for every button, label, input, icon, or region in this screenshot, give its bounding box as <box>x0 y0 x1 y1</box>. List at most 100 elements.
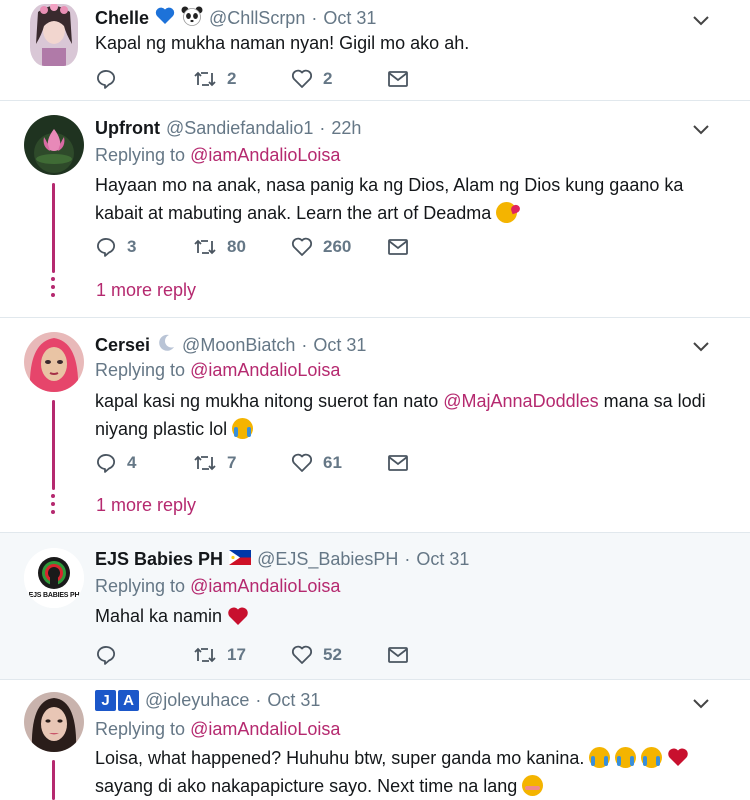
envelope-icon <box>388 647 408 663</box>
timestamp[interactable]: 22h <box>331 118 361 139</box>
thread-connector <box>52 760 55 800</box>
reply-button[interactable] <box>97 645 193 665</box>
user-handle[interactable]: @joleyuhace <box>145 690 249 711</box>
timestamp[interactable]: Oct 31 <box>323 8 376 29</box>
retweet-button[interactable]: 2 <box>193 69 291 89</box>
tweet-chelle[interactable]: Chelle @ChllScrpn · Oct 31 Kapal ng mukh… <box>0 0 750 101</box>
tweet-text-line-2-body: sayang di ako nakapapicture sayo. Next t… <box>95 776 518 796</box>
tweet-text: Mahal ka namin <box>95 602 715 631</box>
reply-button[interactable]: 4 <box>97 453 193 473</box>
thread-collapsed-dots <box>50 494 57 518</box>
tears-of-joy-emoji <box>232 418 254 439</box>
replying-label: Replying to <box>95 360 186 380</box>
reply-icon <box>97 70 115 89</box>
philippines-flag-icon <box>229 549 252 570</box>
retweet-button[interactable]: 80 <box>193 237 291 257</box>
retweet-icon <box>194 239 216 255</box>
chevron-down-icon[interactable] <box>692 338 710 356</box>
replying-mention-link[interactable]: @iamAndalioLoisa <box>190 719 340 739</box>
replying-label: Replying to <box>95 576 186 596</box>
separator-dot: · <box>301 335 308 355</box>
user-handle[interactable]: @MoonBiatch <box>182 335 295 356</box>
display-name[interactable]: Upfront <box>95 118 160 139</box>
separator-dot: · <box>319 118 326 138</box>
timestamp[interactable]: Oct 31 <box>416 549 469 570</box>
user-handle[interactable]: @EJS_BabiesPH <box>257 549 398 570</box>
avatar[interactable] <box>24 115 84 175</box>
reply-button[interactable]: 3 <box>97 237 193 257</box>
replying-mention-link[interactable]: @iamAndalioLoisa <box>190 360 340 380</box>
show-more-replies-link[interactable]: 1 more reply <box>96 280 196 301</box>
separator-dot: · <box>311 8 318 28</box>
tweet-text-body: Mahal ka namin <box>95 606 223 626</box>
retweet-count: 2 <box>227 69 237 88</box>
direct-message-button[interactable] <box>387 70 409 88</box>
tweet-header: Cersei @MoonBiatch · Oct 31 <box>95 333 366 358</box>
reply-button[interactable] <box>97 69 193 89</box>
retweet-icon <box>194 647 216 663</box>
avatar[interactable] <box>24 692 84 752</box>
retweet-count: 17 <box>227 645 246 664</box>
user-handle[interactable]: @Sandiefandalio1 <box>166 118 313 139</box>
like-count: 52 <box>323 645 342 664</box>
tweet-text-line-1-body: Loisa, what happened? Huhuhu btw, super … <box>95 748 585 768</box>
like-button[interactable]: 52 <box>291 645 387 665</box>
replying-to: Replying to @iamAndalioLoisa <box>95 360 340 381</box>
tweet-upfront[interactable]: Upfront @Sandiefandalio1 · 22h Replying … <box>0 101 750 318</box>
crescent-moon-icon <box>156 333 176 358</box>
display-name[interactable]: Chelle <box>95 8 149 29</box>
crying-emoji <box>641 747 663 768</box>
retweet-button[interactable]: 17 <box>193 645 291 665</box>
timestamp[interactable]: Oct 31 <box>313 335 366 356</box>
user-handle[interactable]: @ChllScrpn <box>209 8 305 29</box>
tweet-joleyuhace[interactable]: J A @joleyuhace · Oct 31 Replying to @ia… <box>0 680 750 800</box>
like-button[interactable]: 260 <box>291 237 387 257</box>
like-count: 61 <box>323 453 342 472</box>
display-name[interactable]: EJS Babies PH <box>95 549 223 570</box>
replying-label: Replying to <box>95 145 186 165</box>
avatar[interactable] <box>30 4 78 66</box>
show-more-replies-link[interactable]: 1 more reply <box>96 495 196 516</box>
tweet-text: Hayaan mo na anak, nasa panig ka ng Dios… <box>95 171 715 227</box>
timestamp[interactable]: Oct 31 <box>267 690 320 711</box>
reply-count: 3 <box>127 237 137 256</box>
envelope-icon <box>388 71 408 87</box>
tweet-cersei[interactable]: Cersei @MoonBiatch · Oct 31 Replying to … <box>0 318 750 533</box>
tweet-actions: 3 80 260 <box>97 237 409 257</box>
replying-mention-link[interactable]: @iamAndalioLoisa <box>190 145 340 165</box>
panda-icon <box>181 6 203 31</box>
tweet-text-line-2: sayang di ako nakapapicture sayo. Next t… <box>95 772 715 800</box>
retweet-button[interactable]: 7 <box>193 453 291 473</box>
retweet-icon <box>194 455 216 471</box>
direct-message-button[interactable] <box>387 238 409 256</box>
tweet-actions: 4 7 61 <box>97 453 409 473</box>
tweet-actions: 2 2 <box>97 69 409 89</box>
tweet-ejs-babies-ph[interactable]: EJS BABIES PH EJS Babies PH @EJS_BabiesP… <box>0 533 750 680</box>
display-name[interactable]: Cersei <box>95 335 150 356</box>
chevron-down-icon[interactable] <box>692 121 710 139</box>
chevron-down-icon[interactable] <box>692 695 710 713</box>
chevron-down-icon[interactable] <box>692 12 710 30</box>
blush-emoji <box>522 775 544 796</box>
retweet-count: 7 <box>227 453 237 472</box>
replying-to: Replying to @iamAndalioLoisa <box>95 576 340 597</box>
envelope-icon <box>388 239 408 255</box>
avatar[interactable] <box>24 332 84 392</box>
tweet-text: kapal kasi ng mukha nitong suerot fan na… <box>95 387 715 443</box>
like-button[interactable]: 2 <box>291 69 387 89</box>
retweet-icon <box>194 71 216 87</box>
reply-icon <box>97 646 115 665</box>
avatar[interactable]: EJS BABIES PH <box>24 548 84 608</box>
tweet-mention-link[interactable]: @MajAnnaDoddles <box>443 391 598 411</box>
reply-icon <box>97 238 115 257</box>
reply-count: 4 <box>127 453 137 472</box>
like-button[interactable]: 61 <box>291 453 387 473</box>
crying-emoji <box>589 747 611 768</box>
direct-message-button[interactable] <box>387 454 409 472</box>
kiss-emoji <box>496 202 518 223</box>
tweet-text-line-1: Loisa, what happened? Huhuhu btw, super … <box>95 744 715 772</box>
direct-message-button[interactable] <box>387 646 409 664</box>
replying-label: Replying to <box>95 719 186 739</box>
red-heart-emoji <box>668 748 689 766</box>
replying-mention-link[interactable]: @iamAndalioLoisa <box>190 576 340 596</box>
